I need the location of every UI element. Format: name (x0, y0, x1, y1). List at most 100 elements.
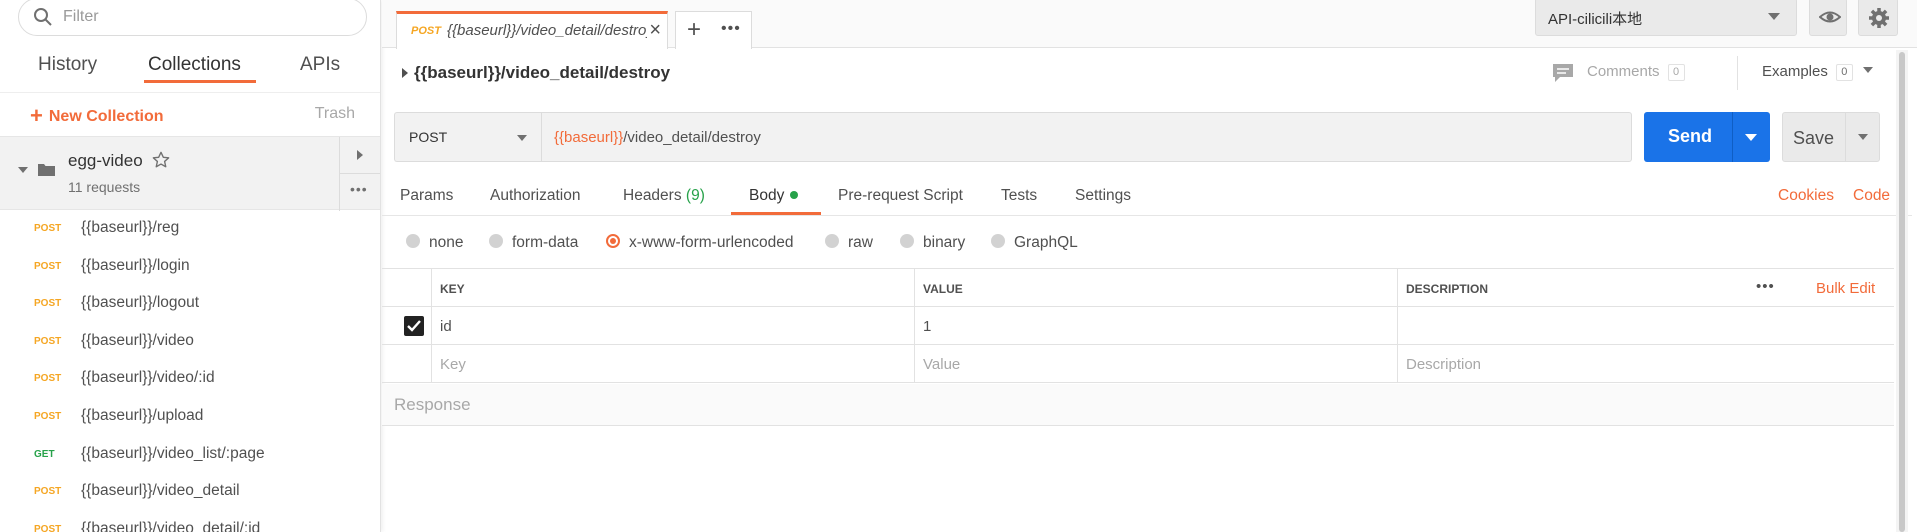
chevron-right-icon[interactable] (357, 150, 363, 160)
column-label: KEY (440, 282, 465, 296)
list-item[interactable]: POST {{baseurl}}/upload (0, 399, 380, 437)
tab-title: {{baseurl}}/video_detail/destroy (447, 22, 647, 39)
active-tab-indicator (144, 80, 256, 83)
table-row-empty: Key Value Description (382, 345, 1894, 383)
request-url: {{baseurl}}/video_list/:page (81, 444, 265, 462)
description-cell[interactable] (1398, 307, 1894, 345)
key-column-header: KEY (432, 269, 915, 307)
bulk-edit-link[interactable]: Bulk Edit (1816, 280, 1875, 297)
tab-headers[interactable]: Headers (9) (623, 187, 705, 205)
scrollbar-thumb[interactable] (1899, 52, 1905, 532)
list-item[interactable]: POST {{baseurl}}/logout (0, 286, 380, 324)
tab-settings[interactable]: Settings (1075, 187, 1131, 205)
settings-button[interactable] (1858, 0, 1898, 36)
method-badge: GET (34, 448, 55, 460)
list-item[interactable]: GET {{baseurl}}/video_list/:page (0, 437, 380, 475)
divider (1732, 112, 1733, 162)
close-icon[interactable]: × (649, 19, 661, 42)
list-item[interactable]: POST {{baseurl}}/video_detail (0, 474, 380, 512)
more-icon[interactable]: ••• (1756, 278, 1775, 295)
send-button[interactable]: Send (1644, 112, 1770, 162)
radio-graphql[interactable]: GraphQL (991, 234, 1078, 252)
chevron-down-icon[interactable] (18, 167, 28, 173)
tab-authorization[interactable]: Authorization (490, 187, 580, 205)
chevron-down-icon[interactable] (1858, 134, 1868, 140)
key-cell[interactable]: id (432, 307, 915, 345)
tab-body[interactable]: Body (749, 187, 799, 205)
request-tab[interactable]: POST {{baseurl}}/video_detail/destroy × (396, 11, 668, 49)
cookies-link[interactable]: Cookies (1778, 187, 1834, 205)
collection-item[interactable]: egg-video 11 requests ••• (0, 136, 380, 211)
examples-count-badge: 0 (1835, 64, 1853, 81)
method-badge: POST (34, 410, 62, 422)
description-input[interactable]: Description (1398, 345, 1894, 383)
radio-x-www-form-urlencoded[interactable]: x-www-form-urlencoded (606, 234, 794, 252)
comments-button[interactable]: Comments 0 (1553, 63, 1685, 82)
comment-icon (1553, 64, 1573, 82)
filter-input[interactable] (63, 5, 353, 29)
new-tab-plus-icon[interactable]: + (687, 16, 701, 44)
code-link[interactable]: Code (1853, 187, 1890, 205)
method-select[interactable]: POST (394, 112, 541, 162)
radio-label: none (429, 234, 464, 251)
tab-collections[interactable]: Collections (148, 54, 241, 76)
value-cell[interactable]: 1 (915, 307, 1398, 345)
chevron-down-icon[interactable] (1745, 134, 1757, 141)
list-item[interactable]: POST {{baseurl}}/login (0, 249, 380, 287)
tab-apis[interactable]: APIs (300, 54, 340, 76)
new-collection-button[interactable]: + New Collection (30, 103, 164, 129)
chevron-down-icon (1862, 67, 1873, 73)
request-url: {{baseurl}}/logout (81, 294, 200, 312)
tab-params[interactable]: Params (400, 187, 453, 205)
url-input[interactable]: {{baseurl}}/video_detail/destroy (541, 112, 1632, 162)
folder-icon (38, 164, 55, 176)
save-button[interactable]: Save (1782, 112, 1880, 162)
radio-label: raw (848, 234, 873, 251)
collection-name: egg-video (68, 151, 143, 170)
trash-button[interactable]: Trash (315, 105, 355, 123)
list-item[interactable]: POST {{baseurl}}/reg (0, 211, 380, 249)
chevron-right-icon[interactable] (402, 68, 408, 78)
headers-label: Headers (623, 187, 682, 204)
table-header-row: KEY VALUE DESCRIPTION ••• Bulk Edit (382, 269, 1894, 307)
list-item[interactable]: POST {{baseurl}}/video (0, 324, 380, 362)
list-item[interactable]: POST {{baseurl}}/video_detail/:id (0, 512, 380, 532)
more-icon[interactable]: ••• (350, 181, 368, 197)
tab-pre-request-script[interactable]: Pre-request Script (838, 187, 963, 205)
key-input[interactable]: Key (432, 345, 915, 383)
row-checkbox[interactable] (404, 316, 424, 336)
list-item[interactable]: POST {{baseurl}}/video/:id (0, 361, 380, 399)
tab-actions: + ••• (675, 11, 752, 49)
radio-none[interactable]: none (406, 234, 463, 252)
radio-label: GraphQL (1014, 234, 1078, 251)
star-icon[interactable] (152, 151, 170, 169)
filter-box[interactable] (18, 0, 367, 36)
radio-raw[interactable]: raw (825, 234, 873, 252)
tab-history[interactable]: History (38, 54, 97, 76)
examples-dropdown[interactable]: Examples 0 (1762, 63, 1873, 81)
environment-select[interactable]: API-cilicili本地 (1535, 0, 1797, 36)
method-label: POST (409, 129, 448, 145)
response-panel-header[interactable]: Response (382, 384, 1894, 426)
request-title[interactable]: {{baseurl}}/video_detail/destroy (414, 63, 670, 83)
request-url: {{baseurl}}/video/:id (81, 369, 215, 387)
value-input[interactable]: Value (915, 345, 1398, 383)
radio-binary[interactable]: binary (900, 234, 965, 252)
divider (1737, 56, 1738, 90)
radio-icon (900, 234, 914, 248)
gear-icon (1869, 8, 1889, 28)
radio-form-data[interactable]: form-data (489, 234, 578, 252)
request-list: POST {{baseurl}}/reg POST {{baseurl}}/lo… (0, 211, 380, 532)
more-icon[interactable]: ••• (721, 20, 741, 38)
method-badge: POST (34, 223, 62, 234)
plus-icon: + (30, 103, 43, 128)
body-label: Body (749, 187, 785, 204)
radio-icon (489, 234, 503, 248)
radio-icon (406, 234, 420, 248)
divider (339, 173, 380, 174)
key-placeholder: Key (440, 356, 466, 373)
tab-tests[interactable]: Tests (1001, 187, 1037, 205)
url-variable: {{baseurl}} (554, 129, 624, 146)
method-badge: POST (34, 486, 62, 498)
environment-quick-look-button[interactable] (1809, 0, 1847, 36)
